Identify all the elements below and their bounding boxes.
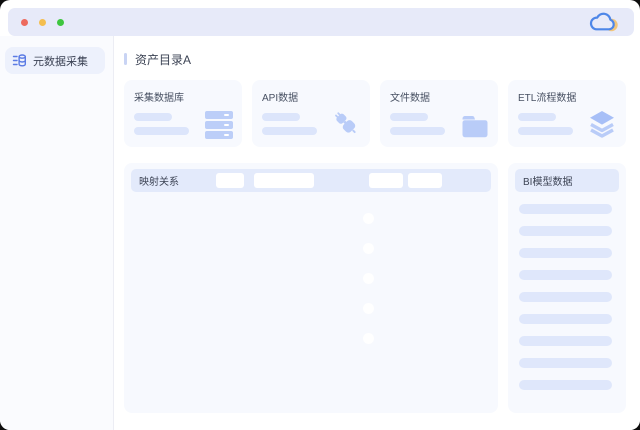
sidebar: 元数据采集 [0, 36, 114, 430]
bi-panel-title: BI模型数据 [523, 177, 573, 188]
sidebar-item-label: 元数据采集 [33, 55, 88, 68]
sidebar-item-metadata-collection[interactable]: 元数据采集 [5, 47, 105, 74]
card-api-data[interactable]: API数据 [252, 80, 370, 147]
placeholder-bar [390, 127, 445, 135]
card-file-data[interactable]: 文件数据 [380, 80, 498, 147]
main-content: 资产目录A 采集数据库 API数据 文件数据 ETL流程数据 映射关系 BI模型… [114, 36, 640, 430]
toggle-knob [363, 273, 374, 284]
bi-model-item-placeholder [519, 380, 612, 390]
mapping-row [134, 324, 488, 344]
mapping-row [134, 234, 488, 254]
card-collect-database[interactable]: 采集数据库 [124, 80, 242, 147]
mapping-rows [131, 204, 491, 344]
placeholder-bar [262, 113, 300, 121]
bi-model-item-placeholder [519, 248, 612, 258]
folder-icon [461, 114, 489, 139]
cloud-icon [587, 10, 621, 34]
page-title: 资产目录A [135, 52, 192, 67]
data-source-cards: 采集数据库 API数据 文件数据 ETL流程数据 [124, 80, 626, 147]
card-etl-process-data[interactable]: ETL流程数据 [508, 80, 626, 147]
mapping-row [134, 204, 488, 224]
toggle-knob [363, 303, 374, 314]
bi-model-item-placeholder [519, 292, 612, 302]
metadata-collection-icon [12, 53, 27, 68]
minimize-window-button[interactable] [39, 18, 46, 26]
bi-model-item-placeholder [519, 204, 612, 214]
header-action-button[interactable] [408, 173, 442, 188]
title-accent-bar [124, 53, 127, 65]
placeholder-bar [134, 127, 189, 135]
bi-model-list [515, 204, 619, 390]
bi-model-item-placeholder [519, 358, 612, 368]
mapping-row [134, 294, 488, 314]
placeholder-bar [134, 113, 172, 121]
toggle-knob [363, 333, 374, 344]
placeholder-bar [518, 127, 573, 135]
toggle-knob [363, 243, 374, 254]
mapping-panel: 映射关系 [124, 163, 498, 413]
breadcrumb: 资产目录A [124, 51, 626, 67]
window-controls [21, 18, 64, 26]
mapping-panel-header: 映射关系 [131, 169, 491, 192]
card-title: ETL流程数据 [518, 93, 577, 104]
toggle-knob [363, 213, 374, 224]
mapping-panel-title: 映射关系 [139, 177, 179, 188]
header-action-button[interactable] [369, 173, 403, 188]
header-action-button[interactable] [254, 173, 314, 188]
layers-icon [587, 109, 617, 139]
database-server-icon [205, 111, 233, 139]
mapping-row [134, 264, 488, 284]
bi-model-item-placeholder [519, 314, 612, 324]
card-title: 文件数据 [390, 93, 430, 104]
titlebar [8, 8, 634, 36]
placeholder-bar [262, 127, 317, 135]
maximize-window-button[interactable] [57, 18, 64, 26]
placeholder-bar [390, 113, 428, 121]
bi-model-panel: BI模型数据 [508, 163, 626, 413]
bi-model-item-placeholder [519, 270, 612, 280]
plug-icon [331, 109, 361, 139]
bi-model-item-placeholder [519, 336, 612, 346]
bi-model-item-placeholder [519, 226, 612, 236]
card-title: API数据 [262, 93, 299, 104]
header-action-button[interactable] [216, 173, 244, 188]
card-title: 采集数据库 [134, 93, 184, 104]
bi-panel-header: BI模型数据 [515, 169, 619, 192]
close-window-button[interactable] [21, 18, 28, 26]
app-window: 元数据采集 资产目录A 采集数据库 API数据 文件数据 ETL流程数据 映射关… [0, 0, 640, 430]
placeholder-bar [518, 113, 556, 121]
